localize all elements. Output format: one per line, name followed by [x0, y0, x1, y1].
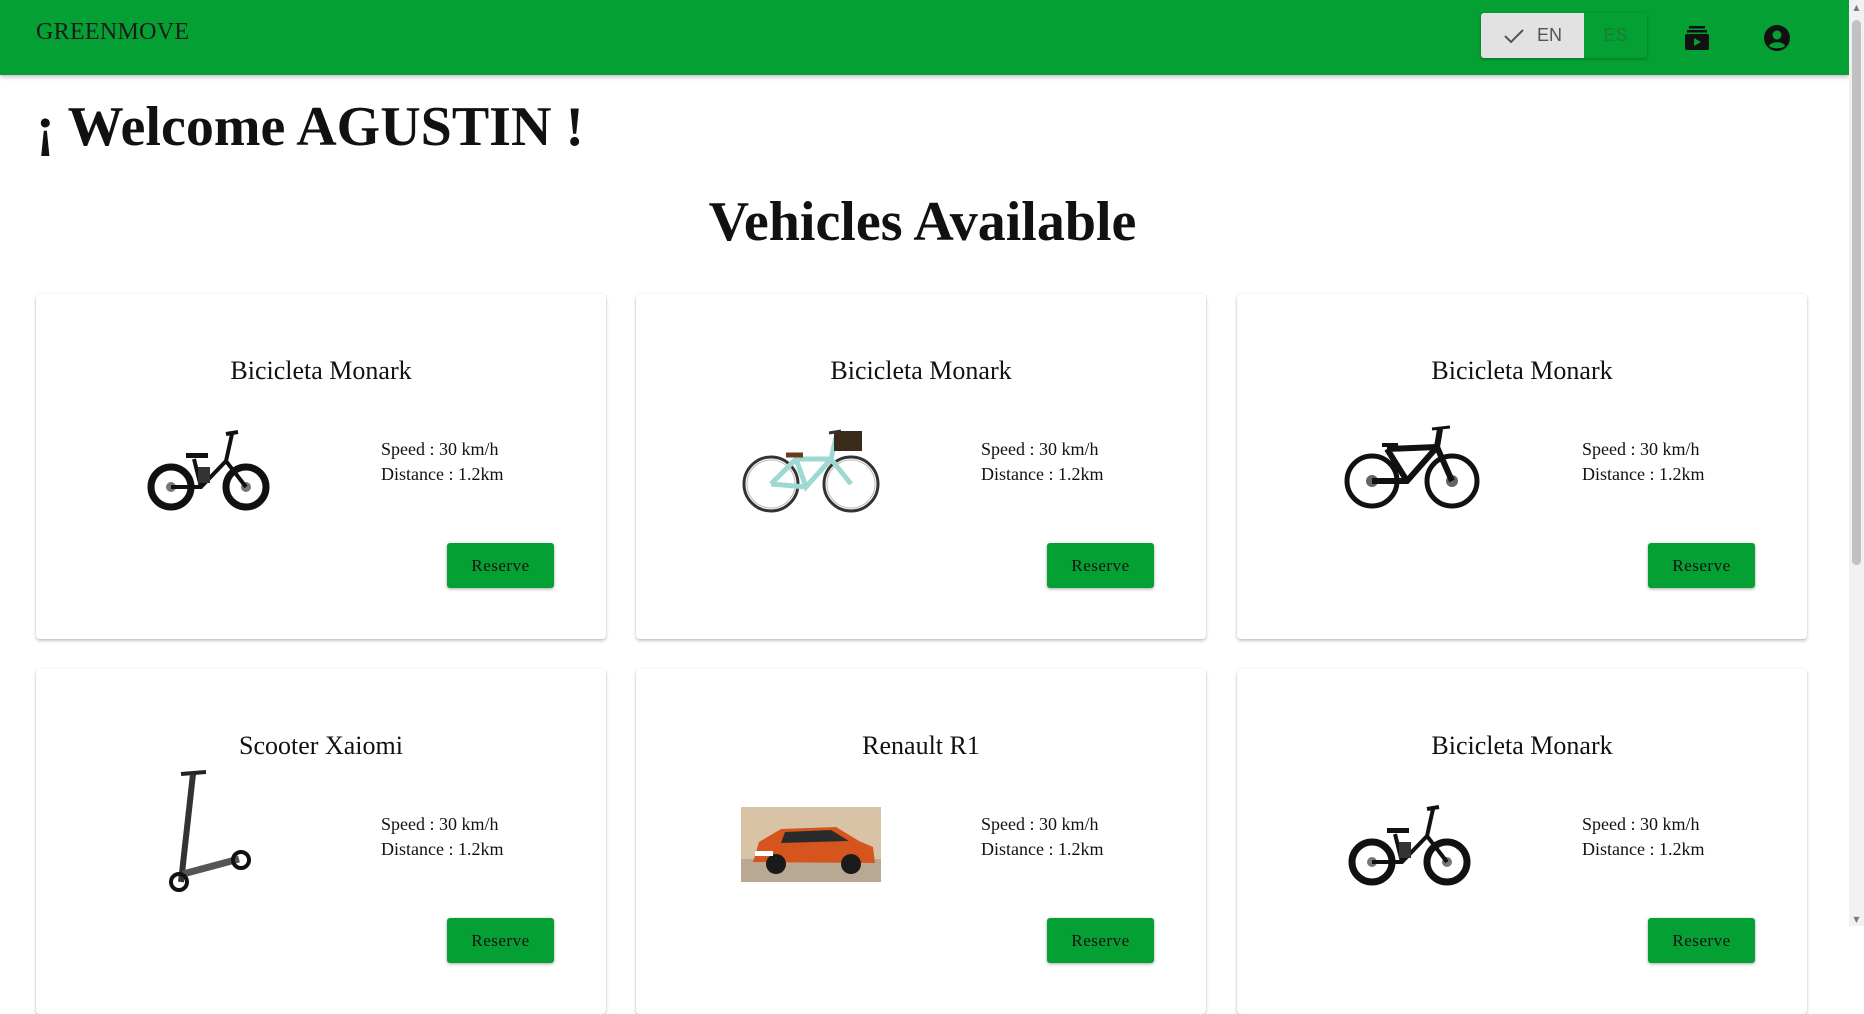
vehicle-card: Renault R1 Speed : 30 km/h Distance : 1.…	[636, 669, 1206, 1014]
vehicle-specs: Speed : 30 km/h Distance : 1.2km	[381, 437, 503, 487]
welcome-heading: ¡ Welcome AGUSTIN !	[36, 96, 585, 158]
scroll-up-icon[interactable]: ▲	[1852, 2, 1861, 12]
vehicle-title: Scooter Xaiomi	[239, 731, 403, 760]
scroll-down-icon[interactable]: ▼	[1852, 914, 1861, 924]
vehicle-title: Bicicleta Monark	[1431, 731, 1613, 760]
app-header: GREENMOVE EN ES	[0, 0, 1849, 75]
vehicle-speed: Speed : 30 km/h	[1582, 814, 1700, 834]
vehicle-specs: Speed : 30 km/h Distance : 1.2km	[1582, 812, 1704, 862]
page-scrollbar[interactable]: ▲ ▼	[1849, 0, 1864, 926]
language-label-es: ES	[1603, 25, 1628, 45]
folding-mountain-bike-image	[1342, 414, 1482, 524]
vehicle-specs: Speed : 30 km/h Distance : 1.2km	[981, 437, 1103, 487]
vehicle-specs: Speed : 30 km/h Distance : 1.2km	[1582, 437, 1704, 487]
reserve-button[interactable]: Reserve	[1648, 543, 1755, 588]
brand-logo[interactable]: GREENMOVE	[36, 19, 189, 46]
electric-folding-bike-image	[141, 414, 281, 524]
vehicle-specs: Speed : 30 km/h Distance : 1.2km	[981, 812, 1103, 862]
vehicle-speed: Speed : 30 km/h	[981, 439, 1099, 459]
electric-folding-bike-image	[1342, 789, 1482, 899]
vehicle-title: Bicicleta Monark	[1431, 356, 1613, 385]
vehicle-card: Scooter Xaiomi Speed : 30 km/h Distance …	[36, 669, 606, 1014]
orange-car-image	[741, 789, 881, 899]
vehicle-speed: Speed : 30 km/h	[381, 814, 499, 834]
reserve-button[interactable]: Reserve	[1648, 918, 1755, 963]
vehicle-specs: Speed : 30 km/h Distance : 1.2km	[381, 812, 503, 862]
vehicle-distance: Distance : 1.2km	[381, 839, 504, 859]
language-option-en[interactable]: EN	[1481, 13, 1584, 58]
language-option-es[interactable]: ES	[1584, 13, 1647, 58]
language-label-en: EN	[1536, 25, 1562, 45]
account-icon[interactable]	[1757, 18, 1797, 58]
city-bike-with-basket-image	[741, 414, 881, 524]
vehicle-card: Bicicleta Monark Speed : 30 km/h Distanc…	[36, 294, 606, 639]
electric-scooter-image	[141, 770, 281, 892]
vehicle-card: Bicicleta Monark Speed : 30 km/h Distanc…	[1237, 669, 1807, 1014]
vehicle-distance: Distance : 1.2km	[981, 839, 1104, 859]
vehicle-distance: Distance : 1.2km	[981, 464, 1104, 484]
vehicle-speed: Speed : 30 km/h	[981, 814, 1099, 834]
reserve-button[interactable]: Reserve	[447, 543, 554, 588]
vehicle-distance: Distance : 1.2km	[1582, 839, 1705, 859]
vehicle-distance: Distance : 1.2km	[1582, 464, 1705, 484]
reserve-button[interactable]: Reserve	[447, 918, 554, 963]
vehicle-distance: Distance : 1.2km	[381, 464, 504, 484]
vehicle-card: Bicicleta Monark Speed : 30 km/h Distanc…	[636, 294, 1206, 639]
vehicle-title: Bicicleta Monark	[830, 356, 1012, 385]
scrollbar-thumb[interactable]	[1852, 20, 1861, 565]
reserve-button[interactable]: Reserve	[1047, 918, 1154, 963]
reservations-icon[interactable]	[1677, 18, 1717, 58]
check-icon	[1503, 27, 1525, 45]
vehicles-heading: Vehicles Available	[708, 191, 1137, 253]
reserve-button[interactable]: Reserve	[1047, 543, 1154, 588]
vehicle-speed: Speed : 30 km/h	[1582, 439, 1700, 459]
vehicle-speed: Speed : 30 km/h	[381, 439, 499, 459]
vehicle-title: Renault R1	[862, 731, 980, 760]
language-toggle: EN ES	[1481, 13, 1647, 58]
vehicle-card: Bicicleta Monark Speed : 30 km/h Distanc…	[1237, 294, 1807, 639]
vehicle-title: Bicicleta Monark	[230, 356, 412, 385]
